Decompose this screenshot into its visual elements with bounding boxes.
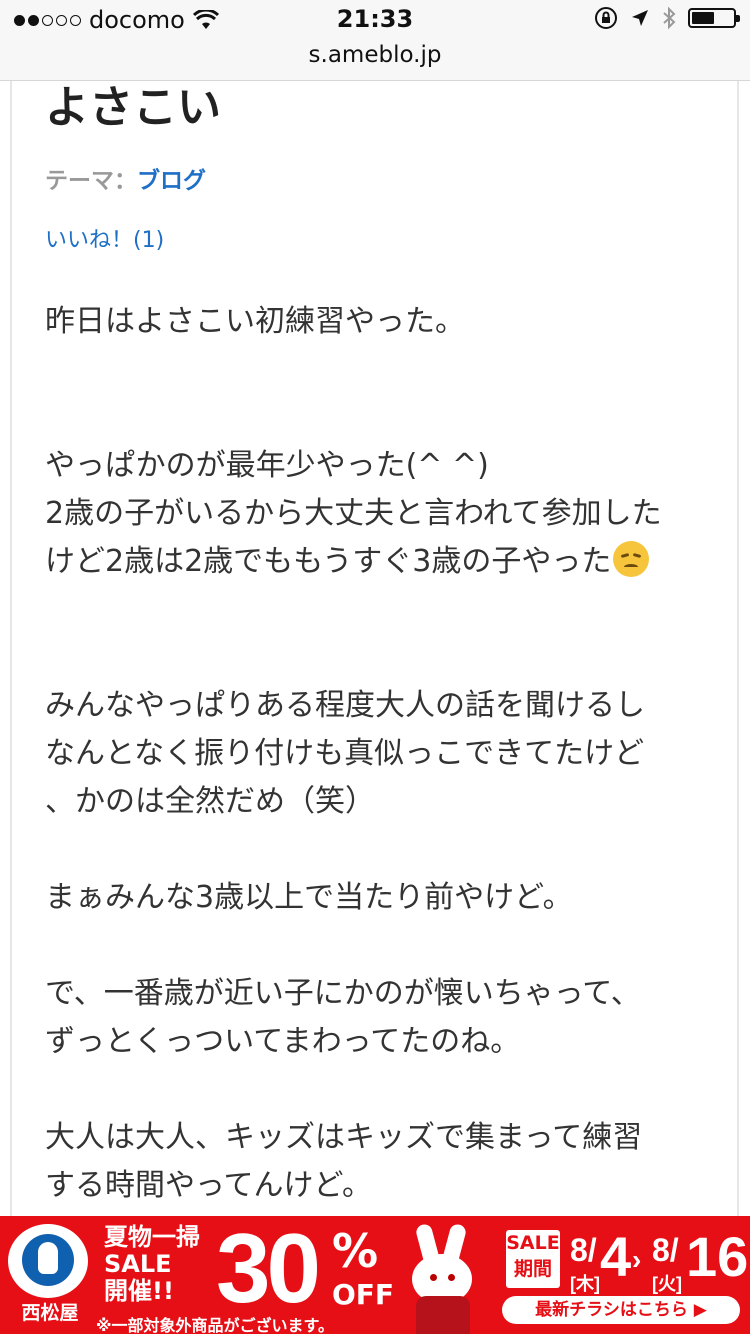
ad-line: SALE [104, 1250, 172, 1278]
bluetooth-icon [663, 6, 676, 30]
ad-percent-sign: % [332, 1224, 379, 1278]
content-frame-left-border [10, 80, 12, 1220]
start-day: 4 [600, 1225, 632, 1288]
ad-flyer-button[interactable]: 最新チラシはこちら ▶ [502, 1296, 740, 1324]
paragraph-line: 大人は大人、キッズはキッズで集まって練習 [45, 1120, 643, 1155]
paragraph-line: 2歳の子がいるから大丈夫と言われて参加した [45, 496, 662, 531]
paragraph-line: する時間やってんけど。 [45, 1168, 372, 1203]
ad-sale-period-label: SALE 期間 [506, 1230, 560, 1288]
paragraph-line: なんとなく振り付けも真似っこできてたけど [45, 736, 645, 771]
ad-headline: 夏物一掃 SALE 開催!! [104, 1224, 200, 1305]
date-arrow-icon: › [632, 1244, 642, 1275]
ad-discount-number: 30 [216, 1216, 321, 1323]
url-bar[interactable]: s.ameblo.jp [0, 42, 750, 68]
article: よさこい テーマ：ブログ いいね！(1) 昨日はよさこい初練習やった。 やっぱか… [45, 78, 715, 1210]
ad-banner[interactable]: 西松屋 夏物一掃 SALE 開催!! 30 % OFF SALE 期間 8/ 4… [0, 1216, 750, 1334]
article-theme: テーマ：ブログ [45, 166, 715, 196]
ad-line: 開催!! [104, 1277, 174, 1305]
theme-label: テーマ： [45, 168, 137, 194]
paragraph-line: まぁみんな3歳以上で当たり前やけど。 [45, 880, 573, 915]
paragraph-line: やっぱかのが最年少やった(^ ^) [45, 448, 489, 483]
disappointed-face-icon [613, 541, 650, 577]
paragraph-line: みんなやっぱりある程度大人の話を聞けるし [45, 688, 645, 723]
paragraph-line: で、一番歳が近い子にかのが懐いちゃって、 [45, 976, 641, 1011]
ad-off-label: OFF [332, 1278, 395, 1311]
paragraph-line: けど2歳は2歳でももうすぐ3歳の子やった [45, 544, 612, 579]
brand-logo-icon [8, 1224, 88, 1298]
status-bar: docomo 21:33 [0, 0, 750, 40]
paragraph-line: 昨日はよさこい初練習やった。 [45, 304, 465, 339]
paragraph-line: 、かのは全然だめ（笑） [45, 784, 375, 819]
ad-brand-name: 西松屋 [21, 1302, 79, 1324]
content-frame-right-border [737, 80, 739, 1220]
end-month: 8/ [652, 1232, 679, 1268]
end-weekday: [火] [652, 1274, 682, 1294]
paragraph-line: ずっとくっついてまわってたのね。 [45, 1024, 521, 1059]
battery-icon [688, 8, 740, 28]
rabbit-mascot-icon [398, 1222, 488, 1334]
sale-label: SALE [506, 1232, 560, 1254]
start-month: 8/ [570, 1232, 597, 1268]
theme-link[interactable]: ブログ [137, 168, 206, 194]
period-label: 期間 [513, 1258, 552, 1280]
status-icons [594, 6, 740, 30]
rotation-lock-icon [595, 7, 617, 29]
location-arrow-icon [632, 10, 648, 26]
like-link[interactable]: いいね！(1) [45, 226, 715, 256]
ad-footnote: ※一部対象外商品がございます。 [96, 1316, 334, 1334]
paragraph-line-with-emoji: けど2歳は2歳でももうすぐ3歳の子やった [45, 538, 715, 586]
browser-top-bar: docomo 21:33 s.ameblo.jp [0, 0, 750, 81]
start-weekday: [木] [570, 1274, 600, 1294]
article-body: 昨日はよさこい初練習やった。 やっぱかのが最年少やった(^ ^) 2歳の子がいる… [45, 298, 715, 1210]
article-title: よさこい [45, 82, 221, 133]
end-day: 16 [686, 1225, 749, 1288]
ad-line: 夏物一掃 [104, 1223, 200, 1251]
